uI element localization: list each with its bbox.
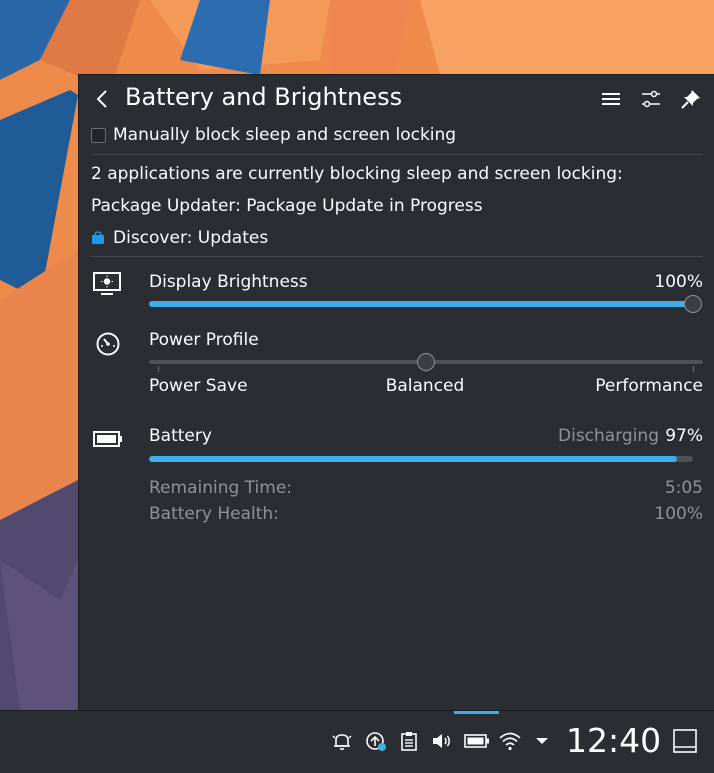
- back-icon[interactable]: [91, 85, 113, 113]
- hamburger-menu-icon[interactable]: [599, 87, 623, 111]
- brightness-value: 100%: [654, 272, 703, 292]
- page-title: Battery and Brightness: [125, 83, 403, 111]
- expand-arrow-icon[interactable]: [530, 729, 554, 753]
- taskbar: 12:40: [0, 710, 714, 773]
- power-profile-tick: [158, 366, 159, 372]
- remaining-time-label: Remaining Time:: [149, 478, 293, 498]
- battery-icon[interactable]: [464, 729, 490, 753]
- battery-level-fill: [149, 456, 677, 462]
- inhibitor-item: Package Updater: Package Update in Progr…: [91, 196, 483, 216]
- inhibition-summary: 2 applications are currently blocking sl…: [91, 164, 623, 184]
- show-desktop-icon[interactable]: [672, 728, 698, 754]
- remaining-time-value: 5:05: [664, 478, 703, 498]
- power-profile-option[interactable]: Power Save: [149, 376, 248, 396]
- battery-level-bar: [149, 456, 693, 462]
- display-brightness-icon: [93, 272, 121, 295]
- power-profile-icon: [96, 332, 120, 356]
- battery-brightness-popup: Battery and Brightness Manually block sl…: [78, 74, 714, 710]
- wifi-icon[interactable]: [498, 729, 522, 753]
- discover-app-icon: [92, 231, 104, 244]
- brightness-slider-handle[interactable]: [684, 295, 702, 313]
- power-profile-option[interactable]: Balanced: [375, 376, 475, 396]
- battery-percent: 97%: [665, 426, 703, 446]
- battery-icon: [93, 431, 122, 447]
- popup-header: Battery and Brightness: [79, 75, 714, 123]
- power-profile-slider-handle[interactable]: [416, 353, 435, 371]
- pin-icon[interactable]: [679, 87, 703, 111]
- power-profile-tick: [693, 366, 694, 372]
- updates-icon[interactable]: [364, 729, 388, 753]
- brightness-slider[interactable]: [149, 301, 693, 307]
- power-profile-option[interactable]: Performance: [563, 376, 703, 396]
- battery-label: Battery: [149, 426, 212, 446]
- brightness-slider-fill: [149, 301, 693, 307]
- configure-icon[interactable]: [639, 87, 663, 111]
- manual-block-checkbox[interactable]: [91, 128, 106, 143]
- manual-block-label: Manually block sleep and screen locking: [113, 125, 457, 145]
- clock[interactable]: 12:40: [566, 721, 661, 760]
- battery-health-label: Battery Health:: [149, 504, 279, 524]
- clipboard-icon[interactable]: [397, 729, 421, 753]
- brightness-label: Display Brightness: [149, 272, 308, 292]
- volume-icon[interactable]: [430, 729, 454, 753]
- inhibitor-item: Discover: Updates: [113, 228, 269, 248]
- divider: [91, 256, 703, 257]
- battery-health-value: 100%: [654, 504, 703, 524]
- battery-state: Discharging: [558, 426, 659, 446]
- active-applet-indicator: [454, 711, 499, 714]
- notifications-icon[interactable]: [330, 729, 354, 753]
- divider: [91, 154, 703, 155]
- power-profile-label: Power Profile: [149, 330, 259, 350]
